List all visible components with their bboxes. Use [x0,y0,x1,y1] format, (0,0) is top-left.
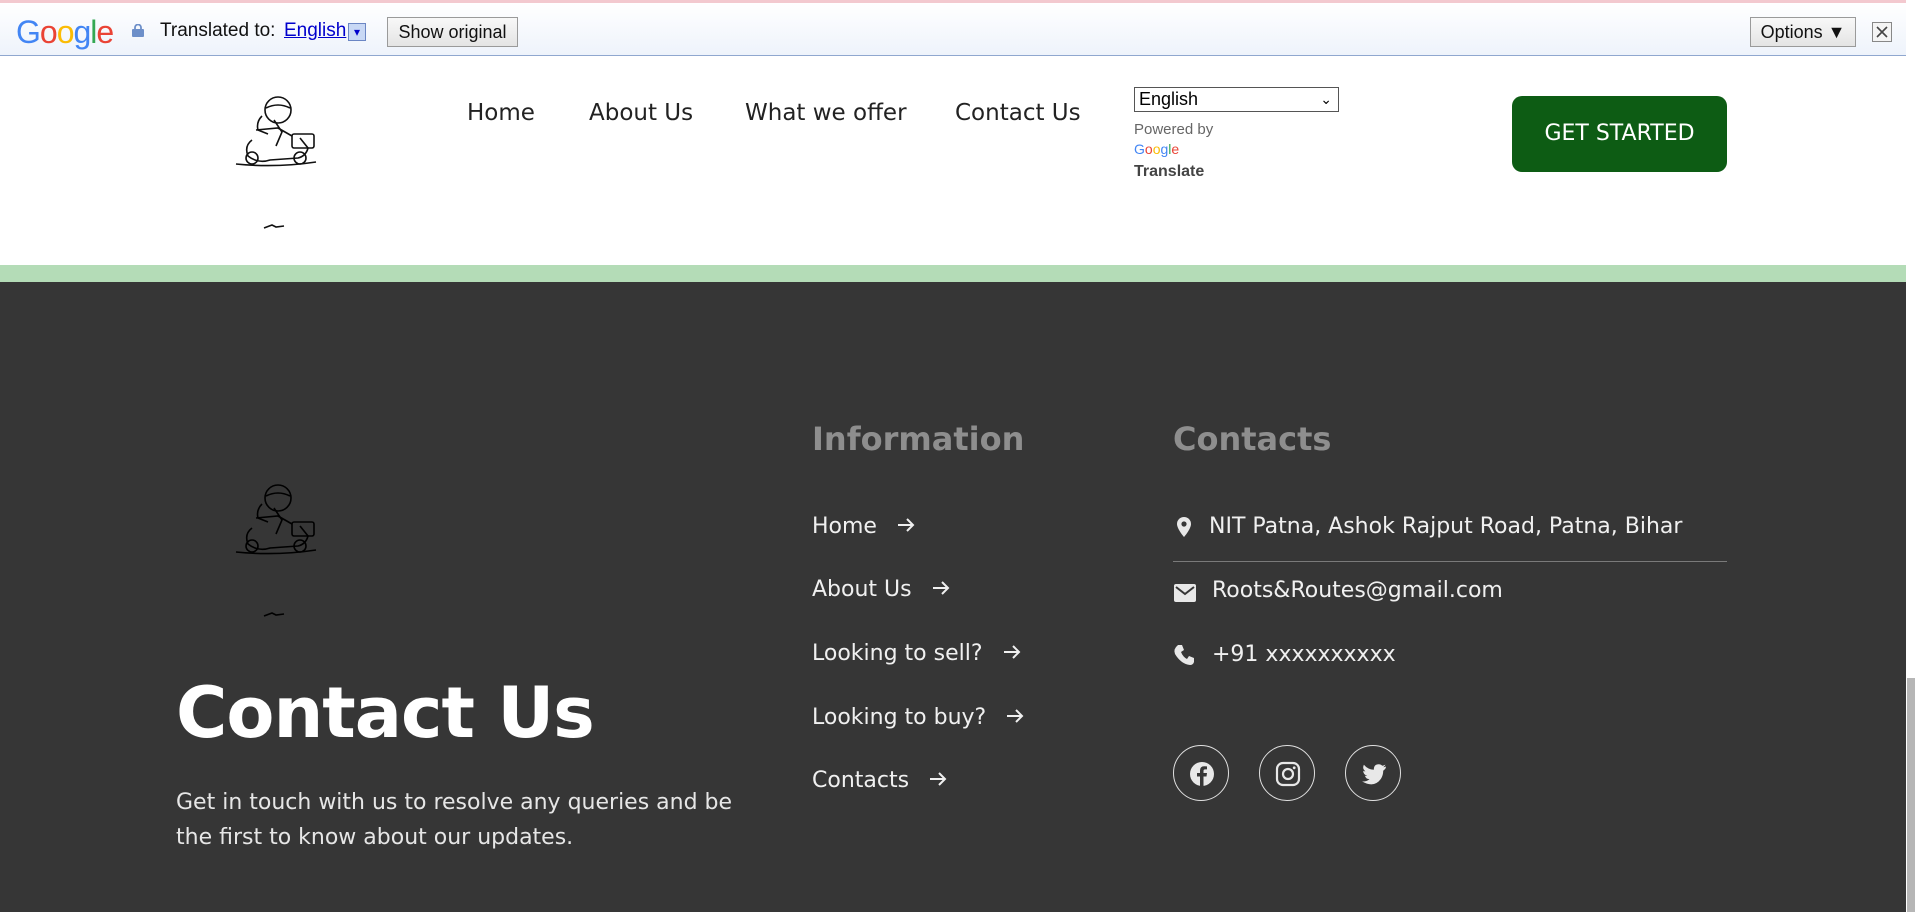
google-letter: e [96,14,114,50]
translated-language-link[interactable]: English [284,20,346,42]
arrow-right-icon [897,518,915,532]
google-letter: o [1144,141,1153,157]
contact-phone-text: +91 xxxxxxxxxx [1212,642,1396,667]
contact-email-text: Roots&Routes@gmail.com [1212,578,1503,603]
instagram-button[interactable] [1259,745,1315,801]
language-select-value: English [1139,89,1199,109]
contacts-divider [1173,561,1727,562]
footer-link-about-us[interactable]: About Us [812,577,951,602]
mail-icon [1174,584,1196,602]
footer-link-looking-to-buy[interactable]: Looking to buy? [812,705,1025,730]
arrow-right-icon [1007,709,1024,723]
google-letter: o [39,14,58,50]
footer-link-label: Looking to sell? [812,641,983,666]
instagram-icon [1275,761,1301,787]
twitter-icon [1362,764,1386,785]
footer-contact-title: Contact Us [176,672,595,754]
footer-link-looking-to-sell[interactable]: Looking to sell? [812,641,1022,666]
nav-about-us[interactable]: About Us [589,100,693,126]
footer-link-contacts[interactable]: Contacts [812,768,948,793]
footer-contact-description: Get in touch with us to resolve any quer… [176,790,733,850]
language-select[interactable]: English ⌄ [1134,87,1339,112]
google-letter: G [1134,141,1145,157]
contacts-heading: Contacts [1173,420,1332,458]
google-logo: Google [16,14,114,51]
site-logo[interactable] [226,90,326,230]
nav-contact-us[interactable]: Contact Us [955,100,1081,126]
arrow-right-icon [930,772,947,786]
google-small-logo: Google [1134,141,1179,157]
nav-what-we-offer[interactable]: What we offer [745,100,907,126]
facebook-button[interactable] [1173,745,1229,801]
facebook-icon [1190,762,1214,786]
twitter-button[interactable] [1345,745,1401,801]
close-icon [1876,26,1888,38]
lock-icon [132,24,144,37]
translate-link[interactable]: Translate [1134,163,1204,181]
google-translate-bar: Google Translated to: English ▾ Show ori… [0,0,1906,56]
get-started-button[interactable]: GET STARTED [1512,96,1727,172]
google-letter: G [16,14,41,50]
footer-link-label: Looking to buy? [812,705,987,730]
information-heading: Information [812,420,1025,458]
footer-link-label: Home [812,514,877,539]
options-button[interactable]: Options ▼ [1750,17,1856,47]
close-translate-bar-button[interactable] [1872,22,1892,42]
footer-logo [235,484,317,617]
accent-divider [0,265,1906,282]
google-letter: e [1171,141,1180,157]
arrow-right-icon [932,581,950,595]
footer-link-label: Contacts [812,768,910,793]
contact-address-text: NIT Patna, Ashok Rajput Road, Patna, Bih… [1209,514,1683,539]
google-letter: o [56,14,75,50]
language-dropdown-arrow-icon[interactable]: ▾ [348,23,366,41]
translated-to-label: Translated to: [160,20,276,41]
location-pin-icon [1177,517,1191,537]
phone-icon [1174,645,1194,665]
nav-home[interactable]: Home [467,100,535,126]
footer-link-home[interactable]: Home [812,514,916,539]
arrow-right-icon [1003,645,1020,659]
scrollbar-thumb[interactable] [1907,678,1915,912]
powered-by-label: Powered by [1134,121,1214,138]
show-original-button[interactable]: Show original [387,17,518,47]
google-letter: g [73,14,91,50]
footer-link-label: About Us [812,577,912,602]
chevron-down-icon: ⌄ [1320,91,1332,107]
